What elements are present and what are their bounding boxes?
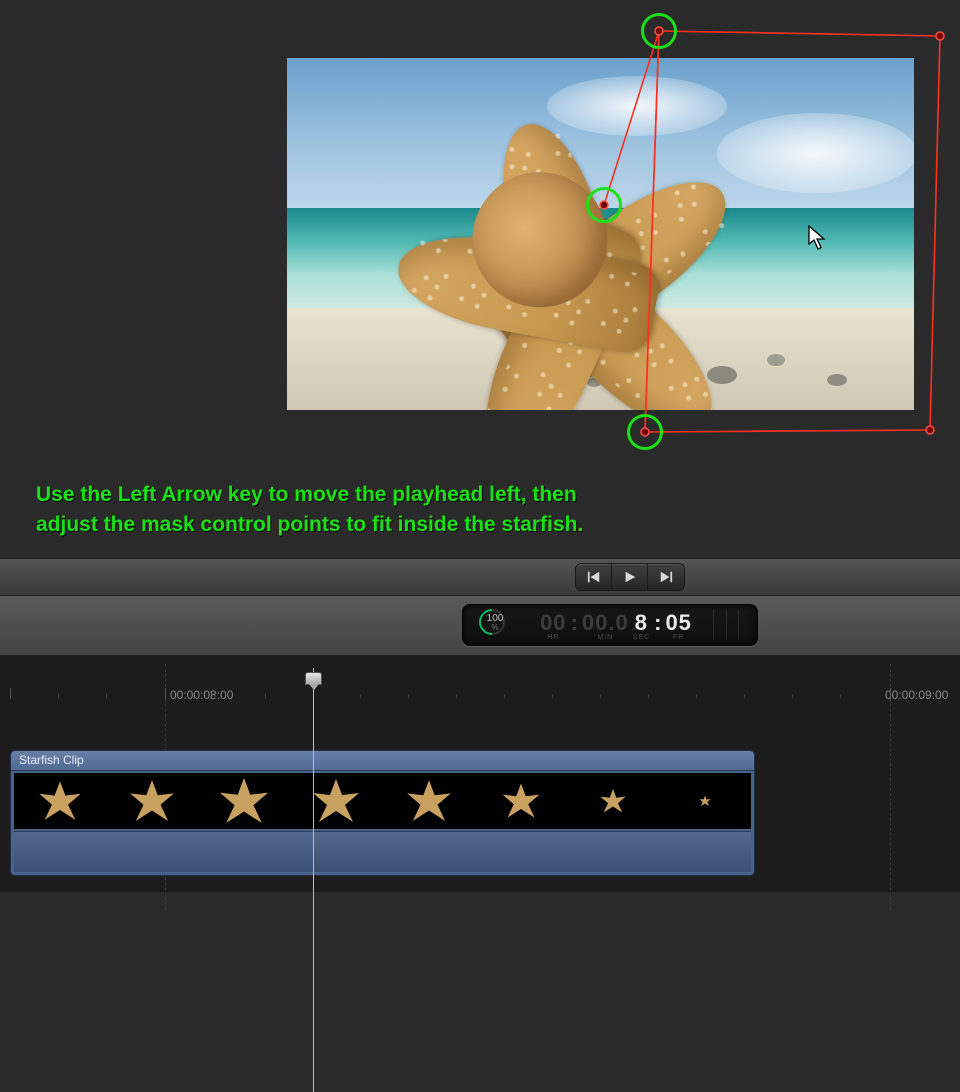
timecode-sec: 8 [635,610,648,636]
viewer-area: Use the Left Arrow key to move the playh… [0,0,960,560]
ruler-tick [504,694,505,699]
ruler-tick [106,694,107,699]
timeline-ruler[interactable]: 00:00:08:00 00:00:09:00 [0,664,960,710]
ruler-tick [890,688,891,699]
playhead[interactable] [313,668,314,1092]
mask-control-point[interactable] [926,426,934,434]
timecode-meter-icon [713,610,751,640]
clip-thumbnail [14,773,106,829]
ruler-tick [648,694,649,699]
ruler-tick [10,688,11,699]
instruction-line1: Use the Left Arrow key to move the playh… [36,480,583,510]
ruler-label-right: 00:00:09:00 [885,688,948,702]
ruler-tick [696,694,697,699]
cursor-icon [808,225,828,251]
ruler-tick [552,694,553,699]
clip-thumbnails [14,773,751,829]
annotation-circle [586,187,622,223]
ruler-tick [408,694,409,699]
ruler-tick [265,694,266,699]
play-button[interactable] [612,564,648,590]
instruction-line2: adjust the mask control points to fit in… [36,510,583,540]
clip-thumbnail [198,773,290,829]
clip-title: Starfish Clip [11,751,754,771]
timecode-fr: 05 [665,610,691,636]
timecode-bar: 100 % 00 HR : 00.0 MIN 8 SEC : 05 FR [0,596,960,656]
ruler-tick [456,694,457,699]
clip-thumbnail [383,773,475,829]
playhead-handle[interactable] [305,672,322,685]
timecode-min: 00.0 [582,610,629,636]
ruler-tick [215,694,216,699]
playback-bar [0,558,960,596]
ruler-tick [360,694,361,699]
timecode-hr: 00 [540,610,566,636]
ruler-tick [600,694,601,699]
instruction-text: Use the Left Arrow key to move the playh… [36,480,583,541]
ruler-tick [792,694,793,699]
ruler-tick [840,694,841,699]
clip-thumbnail [567,773,659,829]
ruler-tick [165,688,166,699]
timeline-panel: 00:00:08:00 00:00:09:00 Starfish Clip [0,656,960,892]
annotation-circle [641,13,677,49]
timecode-digits: 00 HR : 00.0 MIN 8 SEC : 05 FR [519,610,713,641]
clip-thumbnail [290,773,382,829]
ruler-tick [58,694,59,699]
prev-frame-button[interactable] [576,564,612,590]
starfish-graphic [287,58,819,410]
clip-thumbnail [475,773,567,829]
ruler-label-left: 00:00:08:00 [170,688,233,702]
annotation-circle [627,414,663,450]
clip-thumbnail [659,773,751,829]
next-frame-button[interactable] [648,564,684,590]
playback-controls [575,563,685,591]
clip-audio-lane [14,831,751,872]
timeline-clip[interactable]: Starfish Clip [10,750,755,876]
timecode-display[interactable]: 100 % 00 HR : 00.0 MIN 8 SEC : 05 FR [462,604,758,646]
mask-control-point[interactable] [936,32,944,40]
render-percent-gauge: 100 % [471,609,519,641]
ruler-tick [744,694,745,699]
clip-thumbnail [106,773,198,829]
ruler-gridline [890,664,891,910]
